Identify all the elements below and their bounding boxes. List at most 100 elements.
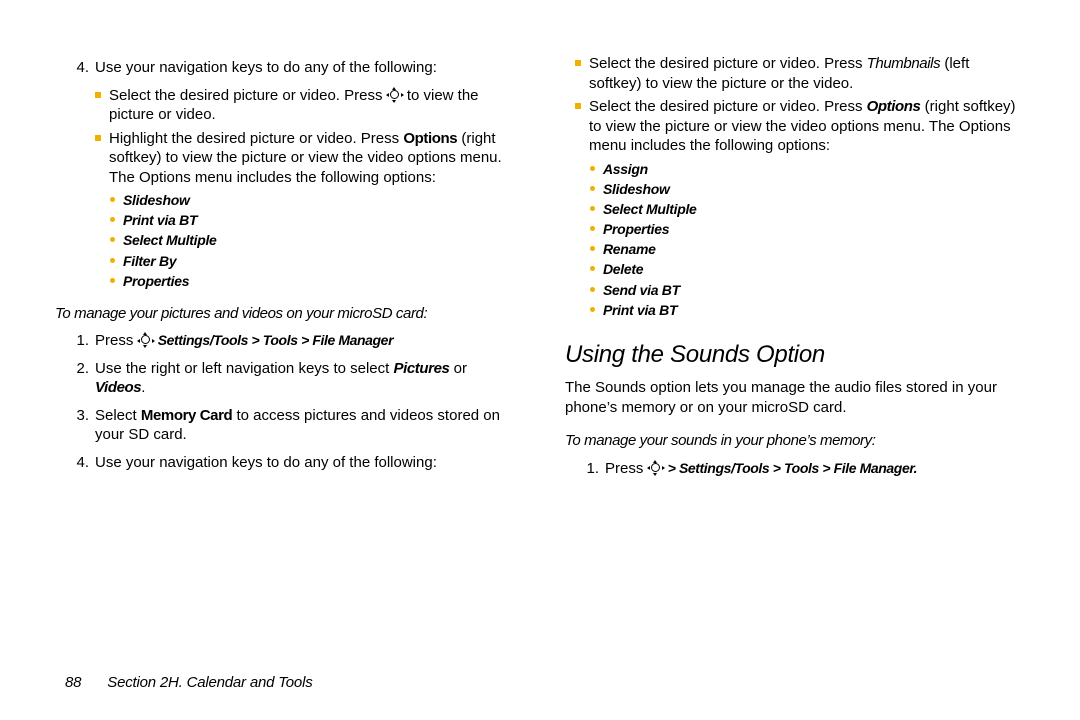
memory-card-label: Memory Card (141, 407, 232, 424)
sub-text: Select the desired picture or video. Pre… (589, 54, 1025, 93)
step-1: 1. Press > Settings/Tools > Tools > File… (575, 459, 1025, 479)
step-text: Press > Settings/Tools > Tools > File Ma… (605, 459, 1025, 479)
round-bullet-icon (590, 246, 595, 251)
step-number: 3. (65, 406, 89, 426)
page: 4. Use your navigation keys to do any of… (0, 0, 1080, 720)
sub-bullet: Highlight the desired picture or video. … (95, 129, 515, 188)
subheading: To manage your sounds in your phone’s me… (565, 431, 1025, 451)
square-bullet-icon (575, 103, 581, 109)
option-item: Properties (603, 220, 1025, 238)
round-bullet-icon (110, 237, 115, 242)
step-number: 1. (575, 459, 599, 479)
nav-key-icon (648, 461, 664, 475)
sub-sub-bullet: Filter By (110, 252, 515, 270)
sub-sub-bullet: Slideshow (110, 191, 515, 209)
option-item: Filter By (123, 252, 515, 270)
option-item: Assign (603, 160, 1025, 178)
text-fragment: Select the desired picture or video. Pre… (109, 87, 387, 104)
round-bullet-icon (590, 307, 595, 312)
step-text: Select Memory Card to access pictures an… (95, 406, 515, 445)
text-fragment: . (141, 379, 145, 396)
option-item: Select Multiple (123, 231, 515, 249)
option-item: Slideshow (603, 180, 1025, 198)
round-bullet-icon (110, 197, 115, 202)
sub-sub-bullet: Rename (590, 240, 1025, 258)
step-2: 2. Use the right or left navigation keys… (65, 359, 515, 398)
step-number: 2. (65, 359, 89, 379)
step-number: 4. (65, 453, 89, 473)
square-bullet-icon (575, 60, 581, 66)
sub-sub-bullet: Print via BT (590, 301, 1025, 319)
square-bullet-icon (95, 135, 101, 141)
options-label: Options (867, 98, 921, 115)
step-number: 4. (65, 58, 89, 78)
text-fragment: Press (605, 460, 648, 477)
sub-sub-bullet: Print via BT (110, 211, 515, 229)
step-3: 3. Select Memory Card to access pictures… (65, 406, 515, 445)
round-bullet-icon (110, 258, 115, 263)
sub-sub-bullet: Properties (590, 220, 1025, 238)
step-1: 1. Press Settings/Tools > Tools > File M… (65, 331, 515, 351)
page-number: 88 (65, 674, 81, 691)
left-column: 4. Use your navigation keys to do any of… (55, 50, 515, 486)
round-bullet-icon (590, 226, 595, 231)
text-fragment: Press (95, 332, 138, 349)
option-item: Rename (603, 240, 1025, 258)
square-bullet-icon (95, 92, 101, 98)
step-text: Use your navigation keys to do any of th… (95, 58, 515, 78)
round-bullet-icon (590, 206, 595, 211)
menu-path: Settings/Tools > Tools > File Manager (158, 332, 393, 348)
options-label: Options (403, 130, 457, 147)
menu-path: > Settings/Tools > Tools > File Manager. (668, 460, 917, 476)
text-fragment: Select the desired picture or video. Pre… (589, 55, 867, 72)
text-fragment: Select the desired picture or video. Pre… (589, 98, 867, 115)
step-text: Press Settings/Tools > Tools > File Mana… (95, 331, 515, 351)
text-fragment: or (449, 360, 467, 377)
section-heading: Using the Sounds Option (565, 339, 1025, 370)
option-item: Print via BT (123, 211, 515, 229)
sub-sub-bullet: Select Multiple (590, 200, 1025, 218)
videos-label: Videos (95, 379, 141, 396)
sub-text: Highlight the desired picture or video. … (109, 129, 515, 188)
thumbnails-label: Thumbnails (867, 55, 941, 72)
sub-text: Select the desired picture or video. Pre… (109, 86, 515, 125)
round-bullet-icon (590, 186, 595, 191)
sub-bullet: Select the desired picture or video. Pre… (575, 97, 1025, 156)
text-fragment: Select (95, 407, 141, 424)
pictures-label: Pictures (393, 360, 449, 377)
step-4b: 4. Use your navigation keys to do any of… (65, 453, 515, 473)
subheading: To manage your pictures and videos on yo… (55, 304, 515, 324)
sub-sub-bullet: Send via BT (590, 281, 1025, 299)
step-text: Use the right or left navigation keys to… (95, 359, 515, 398)
round-bullet-icon (590, 166, 595, 171)
page-footer: 88 Section 2H. Calendar and Tools (65, 673, 313, 693)
sub-sub-bullet: Properties (110, 272, 515, 290)
step-number: 1. (65, 331, 89, 351)
round-bullet-icon (590, 287, 595, 292)
paragraph: The Sounds option lets you manage the au… (565, 378, 1025, 417)
sub-sub-bullet: Slideshow (590, 180, 1025, 198)
step-text: Use your navigation keys to do any of th… (95, 453, 515, 473)
sub-sub-bullet: Delete (590, 260, 1025, 278)
sub-sub-bullet: Select Multiple (110, 231, 515, 249)
sub-text: Select the desired picture or video. Pre… (589, 97, 1025, 156)
step-4: 4. Use your navigation keys to do any of… (65, 58, 515, 78)
sub-bullet: Select the desired picture or video. Pre… (575, 54, 1025, 93)
round-bullet-icon (110, 278, 115, 283)
option-item: Print via BT (603, 301, 1025, 319)
sub-bullet: Select the desired picture or video. Pre… (95, 86, 515, 125)
text-fragment: Use the right or left navigation keys to… (95, 360, 393, 377)
sub-sub-bullet: Assign (590, 160, 1025, 178)
nav-key-icon (138, 333, 154, 347)
option-item: Delete (603, 260, 1025, 278)
nav-key-icon (387, 88, 403, 102)
text-fragment: Highlight the desired picture or video. … (109, 130, 403, 147)
option-item: Slideshow (123, 191, 515, 209)
section-label: Section 2H. Calendar and Tools (107, 674, 312, 691)
option-item: Properties (123, 272, 515, 290)
two-columns: 4. Use your navigation keys to do any of… (55, 50, 1025, 486)
round-bullet-icon (590, 266, 595, 271)
option-item: Select Multiple (603, 200, 1025, 218)
option-item: Send via BT (603, 281, 1025, 299)
right-column: Select the desired picture or video. Pre… (565, 50, 1025, 486)
